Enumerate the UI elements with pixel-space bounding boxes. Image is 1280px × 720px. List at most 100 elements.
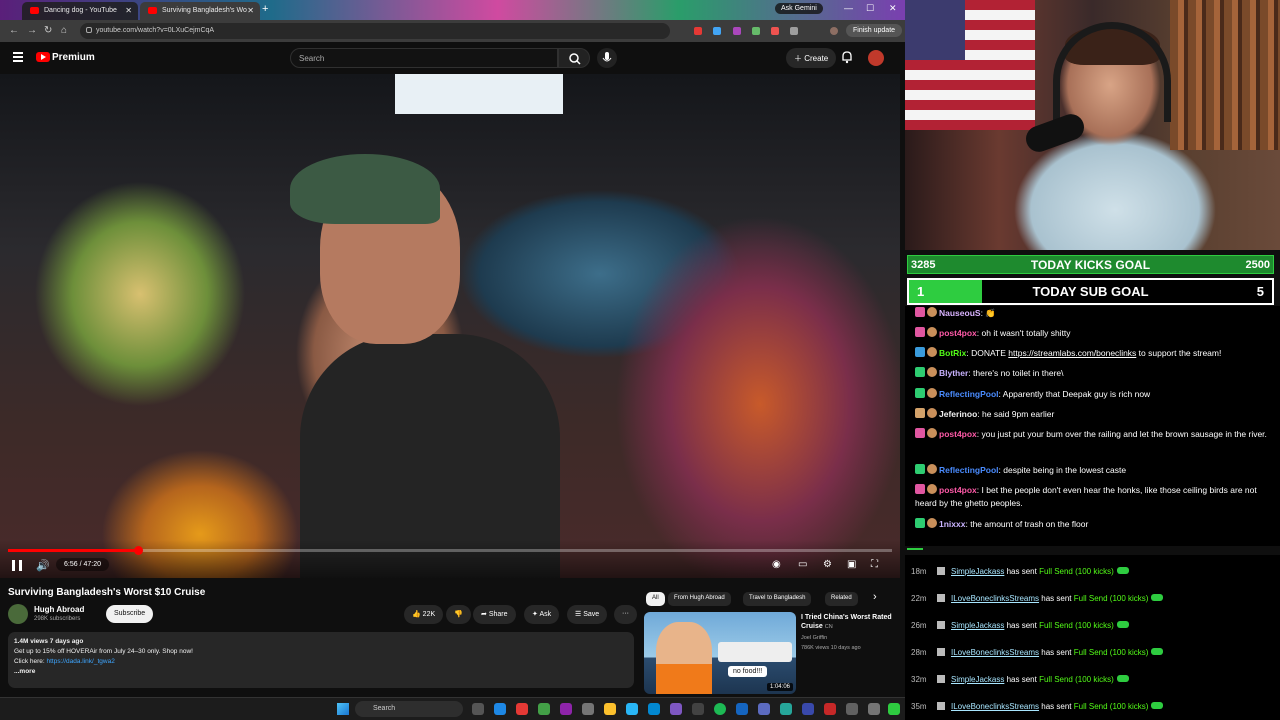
extension-icon[interactable] <box>771 27 779 35</box>
activity-username[interactable]: ILoveBoneclinksStreams <box>951 702 1039 711</box>
app-icon[interactable] <box>802 703 814 715</box>
autoplay-toggle-icon[interactable]: ◉ <box>772 559 781 570</box>
minimize-icon[interactable]: — <box>844 3 853 13</box>
voice-search-button[interactable] <box>597 48 617 68</box>
related-video-thumbnail[interactable]: no food!!! 1:04:06 <box>644 612 796 694</box>
site-info-icon[interactable] <box>86 27 92 33</box>
app-icon[interactable] <box>626 703 638 715</box>
chat-username[interactable]: NauseouS <box>939 308 981 318</box>
extension-icon[interactable] <box>733 27 741 35</box>
extension-icon[interactable] <box>713 27 721 35</box>
search-input[interactable]: Search <box>290 48 558 68</box>
ask-gemini-button[interactable]: Ask Gemini <box>775 3 823 14</box>
app-icon[interactable] <box>824 703 836 715</box>
extension-icon[interactable] <box>752 27 760 35</box>
account-avatar[interactable] <box>868 50 884 66</box>
app-icon[interactable] <box>692 703 704 715</box>
related-video-title[interactable]: I Tried China's Worst Rated Cruise CN <box>801 613 896 632</box>
chrome-icon[interactable] <box>516 703 528 715</box>
activity-username[interactable]: ILoveBoneclinksStreams <box>951 648 1039 657</box>
close-window-icon[interactable]: ✕ <box>889 3 897 14</box>
app-icon[interactable] <box>538 703 550 715</box>
progress-bar[interactable] <box>8 546 892 555</box>
activity-username[interactable]: SimpleJackass <box>951 621 1004 630</box>
url-field[interactable]: youtube.com/watch?v=0LXuCejmCqA <box>80 23 670 39</box>
back-icon[interactable]: ← <box>9 25 19 36</box>
tab-surviving-bangladesh[interactable]: Surviving Bangladesh's Wo ✕ <box>140 2 260 20</box>
app-icon[interactable] <box>846 703 858 715</box>
chat-username[interactable]: post4pox <box>939 429 977 439</box>
app-icon[interactable] <box>758 703 770 715</box>
search-button[interactable] <box>558 48 590 68</box>
description-box[interactable]: 1.4M views 7 days ago Get up to 15% off … <box>8 632 634 688</box>
chips-next-icon[interactable]: › <box>873 591 877 603</box>
miniplayer-icon[interactable]: ▣ <box>847 559 856 570</box>
app-icon[interactable] <box>780 703 792 715</box>
start-menu-icon[interactable] <box>337 703 349 715</box>
file-explorer-icon[interactable] <box>604 703 616 715</box>
hamburger-menu-icon[interactable] <box>13 52 23 62</box>
youtube-logo-icon[interactable] <box>36 52 50 62</box>
task-view-icon[interactable] <box>472 703 484 715</box>
extension-icon[interactable] <box>694 27 702 35</box>
profile-avatar-icon[interactable] <box>830 27 838 35</box>
chip-from-hugh-abroad[interactable]: From Hugh Abroad <box>668 592 731 606</box>
chat-username[interactable]: Jeferinoo <box>939 409 977 419</box>
related-channel[interactable]: Joel Griffin <box>801 635 827 641</box>
chat-username[interactable]: Blyther <box>939 368 968 378</box>
app-icon[interactable] <box>648 703 660 715</box>
activity-username[interactable]: SimpleJackass <box>951 567 1004 576</box>
chat-username[interactable]: ReflectingPool <box>939 465 999 475</box>
create-button[interactable]: ＋ Create <box>786 48 837 68</box>
chat-username[interactable]: ReflectingPool <box>939 389 999 399</box>
channel-name[interactable]: Hugh Abroad <box>34 605 84 614</box>
home-icon[interactable]: ⌂ <box>61 25 67 36</box>
chat-username[interactable]: 1nixxx <box>939 519 965 529</box>
subscribe-button[interactable]: Subscribe <box>106 605 154 623</box>
taskbar-search-input[interactable]: Search <box>355 701 463 717</box>
close-tab-icon[interactable]: ✕ <box>125 6 132 15</box>
progress-scrubber[interactable] <box>133 546 143 555</box>
app-icon[interactable] <box>560 703 572 715</box>
ask-button[interactable]: ✦ Ask <box>524 605 560 624</box>
dislike-button[interactable]: 👎 <box>446 605 471 624</box>
channel-avatar[interactable] <box>8 604 28 624</box>
youtube-brand[interactable]: Premium <box>52 52 95 63</box>
chat-username[interactable]: BotRix <box>939 348 966 358</box>
extensions-puzzle-icon[interactable] <box>790 27 798 35</box>
chat-link[interactable]: https://streamlabs.com/boneclinks <box>1008 348 1136 358</box>
app-icon[interactable] <box>670 703 682 715</box>
chat-username[interactable]: post4pox <box>939 328 977 338</box>
app-icon[interactable] <box>868 703 880 715</box>
notifications-bell-icon[interactable] <box>840 50 854 64</box>
pause-icon[interactable] <box>12 560 22 571</box>
subtitles-icon[interactable]: ▭ <box>798 559 807 570</box>
video-player[interactable]: 🔊 6:56 / 47:20 ◉ ▭ ⚙ ▣ ⛶ <box>0 74 900 578</box>
share-button[interactable]: ➦ Share <box>473 605 516 624</box>
save-button[interactable]: ☰ Save <box>567 605 608 624</box>
show-more-link[interactable]: ...more <box>14 667 628 677</box>
finish-update-button[interactable]: Finish update <box>846 24 903 37</box>
new-tab-button[interactable]: + <box>262 3 268 15</box>
settings-gear-icon[interactable]: ⚙ <box>823 559 832 570</box>
chip-all[interactable]: All <box>646 592 665 606</box>
more-actions-button[interactable]: ··· <box>614 605 637 624</box>
forward-icon[interactable]: → <box>27 25 37 36</box>
app-icon[interactable] <box>582 703 594 715</box>
activity-username[interactable]: SimpleJackass <box>951 675 1004 684</box>
chip-related[interactable]: Related <box>825 592 858 606</box>
fullscreen-icon[interactable]: ⛶ <box>871 559 878 570</box>
tab-dancing-dog[interactable]: Dancing dog - YouTube ✕ <box>22 2 138 20</box>
description-link[interactable]: https://dada.link/_tgwa2 <box>47 658 115 665</box>
chip-travel-to-bangladesh[interactable]: Travel to Bangladesh <box>743 592 812 606</box>
close-tab-icon[interactable]: ✕ <box>247 6 254 15</box>
like-button[interactable]: 👍 22K <box>404 605 444 624</box>
app-icon[interactable] <box>888 703 900 715</box>
maximize-icon[interactable]: ☐ <box>866 3 874 14</box>
activity-username[interactable]: ILoveBoneclinksStreams <box>951 594 1039 603</box>
app-icon[interactable] <box>736 703 748 715</box>
chat-username[interactable]: post4pox <box>939 485 977 495</box>
spotify-icon[interactable] <box>714 703 726 715</box>
edge-icon[interactable] <box>494 703 506 715</box>
volume-icon[interactable]: 🔊 <box>36 559 50 572</box>
